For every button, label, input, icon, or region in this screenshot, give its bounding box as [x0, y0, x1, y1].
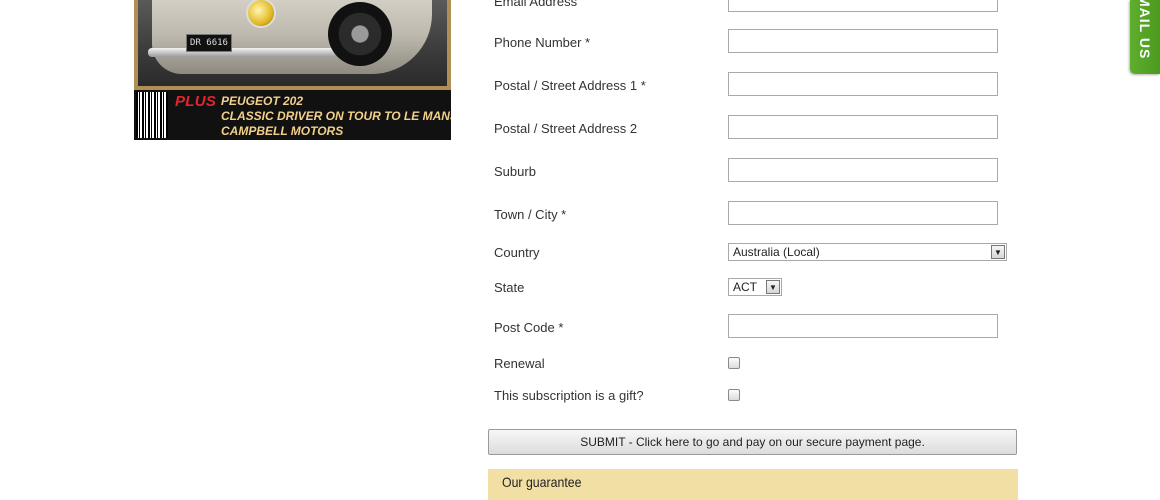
email-input[interactable] — [728, 0, 998, 12]
email-us-label: EMAIL US — [1137, 0, 1153, 60]
state-label: State — [494, 280, 525, 295]
country-select-value: Australia (Local) — [733, 245, 820, 259]
country-label: Country — [494, 245, 540, 260]
phone-label: Phone Number * — [494, 35, 591, 50]
address1-input[interactable] — [728, 72, 998, 96]
country-select[interactable]: Australia (Local) ▼ — [728, 243, 1007, 261]
cover-strip: PLUS PEUGEOT 202 CLASSIC DRIVER ON TOUR … — [134, 90, 451, 140]
email-us-tab[interactable]: EMAIL US — [1130, 0, 1160, 74]
address2-input[interactable] — [728, 115, 998, 139]
suburb-label: Suburb — [494, 164, 536, 179]
suburb-input[interactable] — [728, 158, 998, 182]
cover-plus-lines: PEUGEOT 202 CLASSIC DRIVER ON TOUR TO LE… — [221, 94, 451, 139]
phone-input[interactable] — [728, 29, 998, 53]
submit-button[interactable]: SUBMIT - Click here to go and pay on our… — [488, 429, 1017, 455]
gift-label: This subscription is a gift? — [494, 388, 644, 403]
address2-label: Postal / Street Address 2 — [494, 121, 638, 136]
city-input[interactable] — [728, 201, 998, 225]
cover-line: CAMPBELL MOTORS — [221, 124, 344, 138]
cover-plus-label: PLUS — [175, 93, 217, 110]
chevron-down-icon[interactable]: ▼ — [766, 280, 780, 294]
postcode-label: Post Code * — [494, 320, 564, 335]
address1-label: Postal / Street Address 1 * — [494, 78, 646, 93]
magazine-cover: DR 6616 PLUS PEUGEOT 202 CLASSIC DRIVER … — [134, 0, 451, 140]
car-bumper — [148, 48, 348, 57]
car-wheel — [328, 2, 392, 66]
renewal-label: Renewal — [494, 356, 545, 371]
state-select[interactable]: ACT ▼ — [728, 278, 782, 296]
cover-line: CLASSIC DRIVER ON TOUR TO LE MANS — [221, 109, 451, 123]
cover-photo: DR 6616 — [138, 0, 447, 86]
guarantee-heading: Our guarantee — [502, 474, 582, 490]
barcode-icon — [136, 92, 168, 138]
state-select-value: ACT — [733, 280, 757, 294]
renewal-checkbox[interactable] — [728, 357, 740, 369]
postcode-input[interactable] — [728, 314, 998, 338]
cover-line: PEUGEOT 202 — [221, 94, 304, 108]
license-plate: DR 6616 — [186, 34, 232, 52]
guarantee-panel: Our guarantee — [488, 469, 1018, 500]
chevron-down-icon[interactable]: ▼ — [991, 245, 1005, 259]
gift-checkbox[interactable] — [728, 389, 740, 401]
city-label: Town / City * — [494, 207, 567, 222]
email-label: Email Address — [494, 0, 578, 9]
